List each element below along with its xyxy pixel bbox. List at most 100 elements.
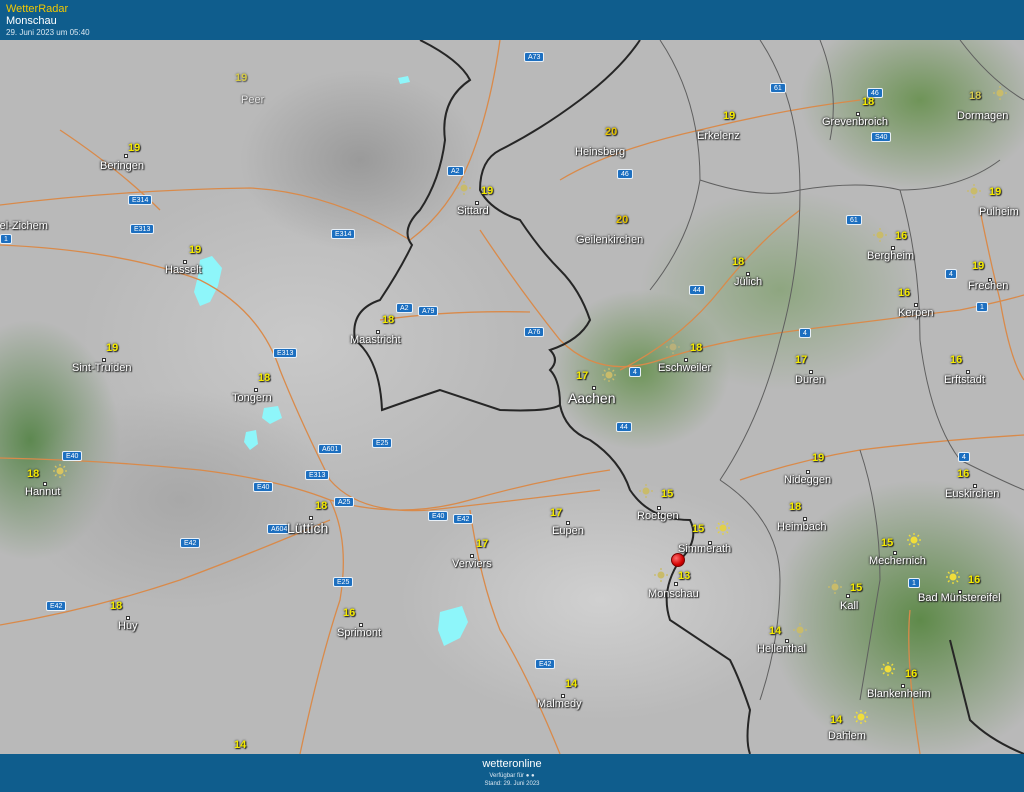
road-shield: E42 [180,538,201,548]
road-shield: E313 [130,224,155,234]
road-shield: E313 [273,348,298,358]
sun-icon [716,521,730,535]
temperature-label: 18 [862,96,875,108]
footer-bar: wetteronline Verfügbar für ● ● Stand: 29… [0,754,1024,792]
city-label: Sprimont [337,627,382,639]
temperature-label: 15 [881,537,894,549]
road-shield: E314 [128,195,153,205]
temperature-label: 18 [969,90,982,102]
sun-icon [654,568,668,582]
city-label: Pulheim [979,206,1019,218]
city-label: Maastricht [350,334,401,346]
road-shield: 4 [799,328,811,338]
road-shield: E40 [253,482,274,492]
temperature-label: 14 [830,714,843,726]
city-label: Roetgen [637,510,679,522]
road-shield: A25 [334,497,355,507]
temperature-label: 16 [905,668,918,680]
road-shield: A2 [396,303,413,313]
stand-text: Stand: 29. Juni 2023 [484,781,540,787]
city-marker [124,154,128,158]
temperature-label: 19 [812,452,825,464]
road-shield: E40 [428,511,449,521]
city-label: Simmerath [678,543,732,555]
city-label: Jülich [734,276,763,288]
city-label: Tongern [232,392,272,404]
lake [398,76,410,84]
weather-map[interactable]: A73 A2 E314 E313 E314 A2 A79 A76 E313 A6… [0,40,1024,754]
temperature-label: 18 [110,600,123,612]
sun-icon [457,181,471,195]
city-marker [674,582,678,586]
city-label: Geilenkirchen [576,234,644,246]
temperature-label: 17 [576,370,589,382]
road-shield: A2 [447,166,464,176]
city-label: Bad Münstereifel [918,592,1001,604]
temperature-label: 17 [476,538,489,550]
brand-logo[interactable]: wetteronline [0,758,1024,770]
temperature-label: 17 [795,354,808,366]
road-shield: A79 [418,306,439,316]
road-shield: 4 [958,452,970,462]
city-label: Peer [241,94,265,106]
road-shield: E313 [305,470,330,480]
location-pin-icon[interactable] [671,553,685,567]
city-label: Eupen [552,525,584,537]
temperature-label: 16 [950,354,963,366]
location-name: Monschau [6,15,57,27]
temperature-label: 15 [661,488,674,500]
road-shield: 4 [945,269,957,279]
temperature-label: 19 [723,110,736,122]
city-label: Dormagen [957,110,1009,122]
road-shield: E42 [453,514,474,524]
city-label: Erkelenz [697,130,740,142]
temperature-label: 16 [957,468,970,480]
city-label: Eschweiler [658,362,712,374]
city-label: Blankenheim [867,688,931,700]
city-label: Hellenthal [757,643,806,655]
road-shield: E314 [331,229,356,239]
road-shield: 44 [616,422,632,432]
temperature-label: 19 [481,185,494,197]
city-label: Monschau [648,588,699,600]
city-label: Lüttich [287,520,329,536]
availability-text: Verfügbar für ● ● [0,773,1024,779]
header-bar: WetterRadar Monschau 29. Juni 2023 um 05… [0,0,1024,40]
road-shield: 1 [976,302,988,312]
temperature-label: 18 [315,500,328,512]
temperature-label: 19 [235,72,248,84]
sun-icon [828,580,842,594]
temperature-label: 18 [382,314,395,326]
sun-icon [907,533,921,547]
city-label: Malmedy [537,698,582,710]
city-label: Verviers [452,558,492,570]
city-label: Kerpen [898,307,934,319]
road-network [0,40,1024,754]
road-shield: S40 [871,132,892,142]
sun-icon [873,228,887,242]
temperature-label: 18 [258,372,271,384]
city-label: Mechernich [869,555,926,567]
road-shield: 1 [0,234,12,244]
temperature-label: 18 [732,256,745,268]
city-label: Erftstadt [944,374,985,386]
temperature-label: 19 [128,142,141,154]
temperature-label: 16 [968,574,981,586]
map-base-layer [0,40,1024,754]
sun-icon [666,340,680,354]
temperature-label: 19 [106,342,119,354]
national-borders [353,40,1024,754]
temperature-label: 18 [27,468,40,480]
temperature-label: 15 [850,582,863,594]
city-label: Euskirchen [945,488,1000,500]
road-shield: 61 [846,215,862,225]
temperature-label: 19 [189,244,202,256]
road-shield: 61 [770,83,786,93]
sun-icon [946,570,960,584]
sun-icon [602,368,616,382]
city-label: rel-Zichem [0,220,48,232]
sun-icon [639,484,653,498]
road-shield: A601 [318,444,343,454]
temperature-label: 14 [565,678,578,690]
temperature-label: 20 [605,126,618,138]
